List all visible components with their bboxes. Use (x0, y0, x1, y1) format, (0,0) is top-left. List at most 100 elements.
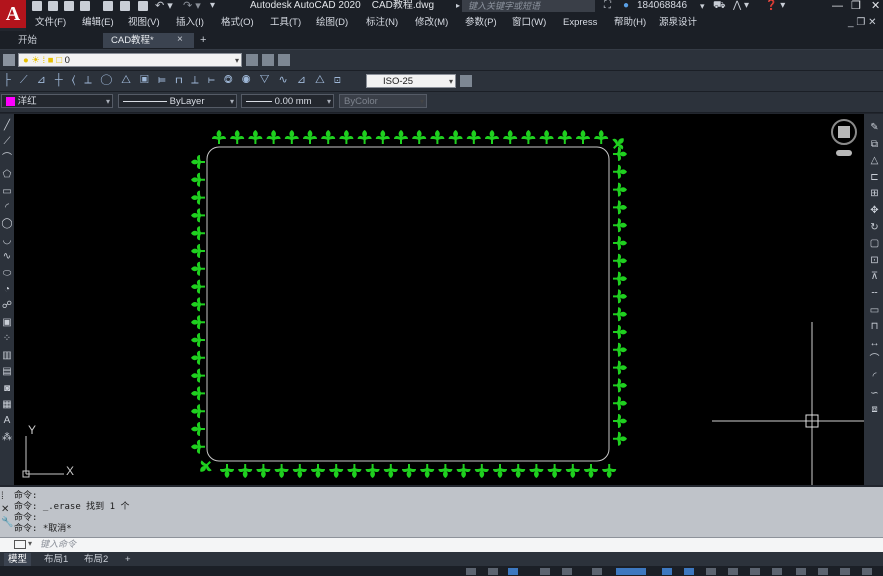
modify-tool-icons[interactable]: ✎ ⧉ △ ⊏ ⊞ ✥ ↻ ▢ ⊡ ⊼ ╌ ▭ ⊓ ↔ ⌒ ◜ ∽ ⧈ (868, 120, 881, 419)
make-current-layer-icon[interactable] (246, 54, 258, 66)
publish-icon[interactable] (120, 1, 130, 11)
new-layout-button[interactable]: + (121, 553, 135, 566)
layer-state-icon[interactable] (278, 54, 290, 66)
close-button[interactable]: ✕ (871, 0, 880, 12)
leaf-ornament-left (191, 368, 205, 383)
search-input[interactable]: 键入关键字或短语 (462, 0, 595, 12)
menu-modify[interactable]: 修改(M) (415, 16, 448, 29)
save-as-icon[interactable] (80, 1, 90, 11)
tab-start[interactable]: 开始 (10, 33, 45, 48)
menu-view[interactable]: 视图(V) (128, 16, 160, 29)
layer-previous-icon[interactable] (262, 54, 274, 66)
a360-icon[interactable]: ⋀ ▾ (733, 0, 749, 12)
restore-button[interactable]: ❐ (851, 0, 861, 12)
help-icon[interactable]: ❓ ▾ (765, 0, 785, 12)
customization-icon[interactable] (862, 568, 872, 575)
leaf-ornament-left (191, 315, 205, 330)
menu-yuanquan[interactable]: 源泉设计 (659, 16, 697, 29)
user-dropdown-icon[interactable]: ▾ (700, 0, 705, 12)
redo-icon[interactable]: ↷ ▾ (183, 0, 201, 12)
leaf-ornament-right (613, 182, 627, 197)
hardware-acceleration-icon[interactable] (818, 568, 828, 575)
cart-icon[interactable]: ⛟ (713, 0, 726, 12)
annotation-icon[interactable] (728, 568, 738, 575)
command-input[interactable] (0, 537, 883, 553)
minimize-button[interactable]: — (832, 0, 843, 12)
command-line-controls[interactable]: ⁞ ✕ 🔧 (1, 490, 13, 529)
command-prompt-icon[interactable] (14, 540, 26, 549)
layer-properties-icon[interactable] (3, 54, 15, 66)
snap-icon[interactable] (508, 568, 518, 575)
menu-format[interactable]: 格式(O) (221, 16, 254, 29)
tab-close-icon[interactable]: × (177, 34, 183, 45)
leaf-ornament-left (191, 226, 205, 241)
drawing-canvas[interactable]: Y X (14, 114, 864, 485)
viewcube-wcs[interactable] (836, 150, 852, 156)
grid-icon[interactable] (488, 568, 498, 575)
workspace-icon[interactable] (750, 568, 760, 575)
leaf-ornament-bottom (474, 464, 489, 478)
doc-window-controls[interactable]: _ ❐ ✕ (848, 16, 876, 29)
menu-insert[interactable]: 插入(I) (176, 16, 204, 29)
menu-express[interactable]: Express (563, 16, 597, 29)
color-combo[interactable]: 洋红 ▾ (1, 94, 113, 108)
new-file-icon[interactable] (32, 1, 42, 11)
leaf-ornament-top (266, 130, 281, 144)
lineweight-toggle-icon[interactable] (662, 568, 672, 575)
menu-tools[interactable]: 工具(T) (270, 16, 301, 29)
lineweight-combo[interactable]: 0.00 mm ▾ (241, 94, 334, 108)
units-icon[interactable] (772, 568, 782, 575)
menu-dimension[interactable]: 标注(N) (366, 16, 398, 29)
leaf-ornament-right (613, 253, 627, 268)
linetype-preview (123, 100, 167, 102)
save-icon[interactable] (64, 1, 74, 11)
dimension-tool-icons[interactable]: ├ ⟋ ⊿ ┼ ⟨ ⟂ ◯ △ ▣ ⊨ ⊓ ⊥ ⊢ ◎ ◉ ▽ ∿ ⊿ △ ⊡ (3, 73, 344, 87)
draw-tool-icons[interactable]: ╱ ⟋ ⌒ ⬠ ▭ ◜ ◯ ◡ ∿ ⬭ ◔ ☍ ▣ ⁘ ▥ ▤ ◙ ▦ A ⁂ (1, 118, 13, 446)
customize-quick-access-icon[interactable]: ▾ (210, 0, 215, 12)
osnap-icon[interactable] (616, 568, 646, 575)
isolate-icon[interactable] (796, 568, 806, 575)
user-icon[interactable]: ● (623, 0, 629, 12)
dimension-style-manager-icon[interactable] (460, 75, 472, 87)
menu-edit[interactable]: 编辑(E) (82, 16, 114, 29)
clean-screen-icon[interactable] (840, 568, 850, 575)
transparency-icon[interactable] (684, 568, 694, 575)
web-icon[interactable] (103, 1, 113, 11)
model-space-icon[interactable] (466, 568, 476, 575)
rounded-frame (206, 146, 610, 462)
tab-layout1[interactable]: 布局1 (40, 553, 72, 566)
command-recent-icon[interactable]: ▾ (28, 539, 32, 548)
leaf-ornament-left (191, 386, 205, 401)
leaf-ornament-right (613, 414, 627, 428)
command-history-line: 命令: _.erase 找到 1 个 (14, 502, 130, 512)
leaf-ornament-top (284, 130, 299, 144)
linetype-combo[interactable]: ByLayer ▾ (118, 94, 237, 108)
viewcube-icon[interactable] (838, 126, 850, 138)
dimension-style-combo[interactable]: ISO-25 ▾ (366, 74, 456, 88)
search-expand-icon[interactable]: ▸ (456, 1, 460, 10)
menu-window[interactable]: 窗口(W) (512, 16, 546, 29)
isodraft-icon[interactable] (592, 568, 602, 575)
polar-icon[interactable] (562, 568, 572, 575)
autocad-logo[interactable]: A (0, 0, 26, 28)
selection-cycling-icon[interactable] (706, 568, 716, 575)
user-id[interactable]: 184068846 (637, 0, 687, 12)
new-tab-button[interactable]: + (200, 34, 206, 46)
menu-help[interactable]: 帮助(H) (614, 16, 646, 29)
menu-draw[interactable]: 绘图(D) (316, 16, 348, 29)
leaf-ornament-left (191, 350, 205, 365)
menu-file[interactable]: 文件(F) (35, 16, 66, 29)
layer-combo[interactable]: ● ☀ ⁞ ■ □ 0 ▾ (18, 53, 242, 67)
leaf-ornament-bottom (402, 464, 416, 478)
undo-icon[interactable]: ↶ ▾ (155, 0, 173, 12)
menu-parametric[interactable]: 参数(P) (465, 16, 497, 29)
open-file-icon[interactable] (48, 1, 58, 11)
leaf-ornament-top (430, 130, 445, 144)
tab-model[interactable]: 模型 (4, 553, 32, 566)
binoculars-icon[interactable]: ⛶ (604, 0, 611, 12)
leaf-ornament-left (191, 279, 205, 294)
ortho-icon[interactable] (540, 568, 550, 575)
plot-icon[interactable] (138, 1, 148, 11)
leaf-ornament-right (613, 147, 627, 161)
tab-layout2[interactable]: 布局2 (80, 553, 112, 566)
